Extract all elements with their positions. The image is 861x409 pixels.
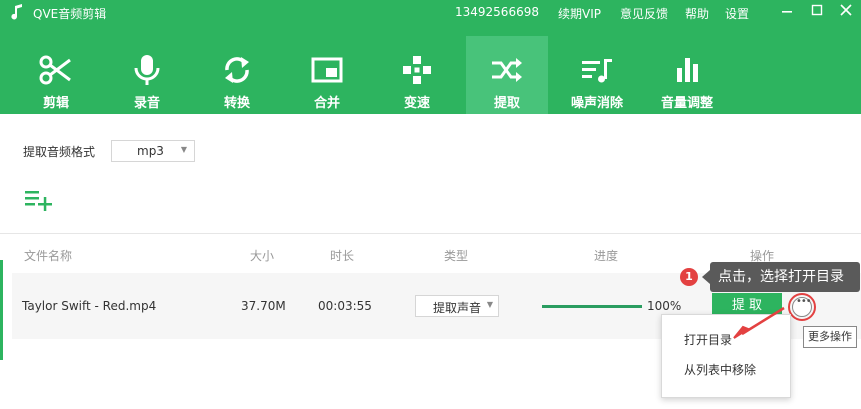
maximize-button[interactable] bbox=[803, 0, 831, 22]
format-label: 提取音频格式 bbox=[23, 145, 96, 159]
tool-label: 合并 bbox=[313, 96, 340, 111]
volume-bars-icon bbox=[677, 58, 698, 82]
tool-label: 录音 bbox=[133, 96, 160, 111]
format-value: mp3 bbox=[137, 144, 164, 158]
music-note-icon bbox=[11, 4, 22, 20]
column-header-filename: 文件名称 bbox=[24, 249, 73, 263]
account-phone[interactable]: 13492566698 bbox=[455, 5, 539, 19]
highlight-ring bbox=[788, 293, 816, 321]
menu-item-open-folder[interactable]: 打开目录 bbox=[684, 331, 732, 348]
tool-cut[interactable]: 剪辑 bbox=[15, 36, 97, 114]
column-header-duration: 时长 bbox=[330, 249, 355, 263]
column-header-type: 类型 bbox=[444, 249, 469, 263]
annotation-arrow-icon bbox=[733, 306, 785, 339]
noise-reduction-icon bbox=[582, 59, 612, 83]
tooltip: 更多操作 bbox=[803, 326, 857, 348]
step-badge: 1 bbox=[680, 268, 698, 286]
help-link[interactable]: 帮助 bbox=[685, 5, 709, 22]
type-value: 提取声音 bbox=[433, 301, 482, 315]
minimize-icon bbox=[782, 11, 792, 13]
callout-tail bbox=[702, 270, 710, 284]
tool-noise-reduction[interactable]: 噪声消除 bbox=[556, 36, 638, 114]
tool-label: 变速 bbox=[403, 96, 430, 111]
format-select[interactable]: mp3 ▼ bbox=[111, 140, 195, 162]
convert-arrows-icon bbox=[225, 57, 249, 83]
column-header-progress: 进度 bbox=[594, 249, 619, 263]
tool-label: 噪声消除 bbox=[570, 96, 623, 111]
column-header-size: 大小 bbox=[250, 249, 275, 263]
tool-record[interactable]: 录音 bbox=[106, 36, 188, 114]
file-duration: 00:03:55 bbox=[318, 299, 372, 313]
divider bbox=[0, 233, 861, 234]
microphone-icon bbox=[134, 55, 160, 85]
tool-volume-adjust[interactable]: 音量调整 bbox=[646, 36, 728, 114]
tool-label: 转换 bbox=[223, 96, 250, 111]
feedback-link[interactable]: 意见反馈 bbox=[620, 5, 668, 22]
tool-speed[interactable]: 变速 bbox=[376, 36, 458, 114]
tool-extract[interactable]: 提取 bbox=[466, 36, 548, 114]
title-bar: QVE音频剪辑 13492566698 续期VIP 意见反馈 帮助 设置 bbox=[0, 0, 861, 26]
settings-link[interactable]: 设置 bbox=[725, 5, 749, 22]
close-button[interactable] bbox=[832, 0, 860, 22]
renew-vip-link[interactable]: 续期VIP bbox=[558, 5, 601, 22]
app-title: QVE音频剪辑 bbox=[33, 7, 107, 21]
maximize-icon bbox=[811, 4, 823, 16]
speed-icon bbox=[403, 56, 431, 84]
tool-label: 音量调整 bbox=[660, 96, 713, 111]
file-name: Taylor Swift - Red.mp4 bbox=[22, 299, 157, 313]
progress-percent: 100% bbox=[647, 299, 682, 313]
annotation-callout: 点击，选择打开目录 bbox=[710, 262, 860, 292]
chevron-down-icon: ▼ bbox=[486, 300, 493, 309]
type-select[interactable]: 提取声音 ▼ bbox=[415, 295, 499, 317]
window-edge bbox=[0, 260, 3, 360]
minimize-button[interactable] bbox=[773, 0, 801, 22]
close-icon bbox=[840, 4, 852, 16]
progress-bar bbox=[542, 305, 642, 308]
tool-merge[interactable]: 合并 bbox=[286, 36, 368, 114]
shuffle-icon bbox=[492, 58, 522, 82]
file-size: 37.70M bbox=[241, 299, 286, 313]
menu-item-remove-from-list[interactable]: 从列表中移除 bbox=[684, 361, 756, 378]
tool-label: 剪辑 bbox=[42, 96, 69, 111]
add-file-icon[interactable] bbox=[24, 188, 54, 212]
merge-icon bbox=[311, 57, 343, 83]
tool-convert[interactable]: 转换 bbox=[196, 36, 278, 114]
scissors-icon bbox=[39, 55, 71, 85]
chevron-down-icon: ▼ bbox=[180, 145, 187, 154]
tool-label: 提取 bbox=[493, 96, 520, 111]
progress-fill bbox=[542, 305, 642, 308]
